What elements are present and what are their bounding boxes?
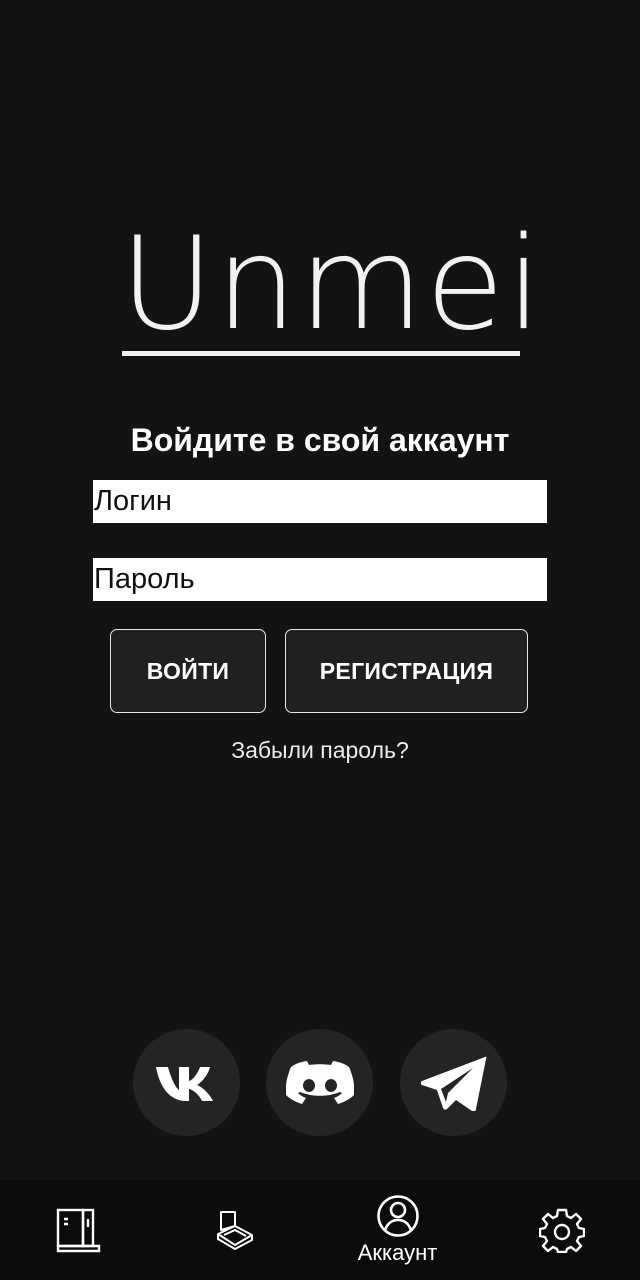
logo-underline <box>122 351 520 356</box>
login-button[interactable]: ВОЙТИ <box>110 629 266 713</box>
vk-icon <box>155 1066 213 1101</box>
register-button-label: РЕГИСТРАЦИЯ <box>319 657 494 684</box>
bottom-nav: Аккаунт <box>0 1180 640 1280</box>
nav-item-settings[interactable] <box>512 1180 612 1280</box>
logo-text: Unmei <box>120 210 544 359</box>
register-button[interactable]: РЕГИСТРАЦИЯ <box>285 629 528 713</box>
nav-label-account: Аккаунт <box>357 1240 438 1265</box>
login-button-label: ВОЙТИ <box>146 657 230 684</box>
login-title: Войдите в свой аккаунт <box>130 422 510 458</box>
password-field[interactable] <box>93 558 547 601</box>
discord-button[interactable] <box>266 1029 373 1136</box>
gear-icon <box>539 1208 585 1253</box>
nav-item-library[interactable] <box>28 1180 128 1280</box>
nav-item-account[interactable]: Аккаунт <box>335 1180 460 1280</box>
telegram-icon <box>420 1056 486 1111</box>
library-icon <box>56 1208 101 1253</box>
account-icon <box>376 1195 419 1237</box>
forgot-password-link[interactable]: Забыли пароль? <box>0 735 640 765</box>
reader-icon <box>217 1211 253 1250</box>
nav-item-reader[interactable] <box>185 1180 285 1280</box>
telegram-button[interactable] <box>400 1029 507 1136</box>
vk-button[interactable] <box>133 1029 240 1136</box>
discord-icon <box>285 1060 354 1104</box>
app-logo: Unmei <box>120 210 544 360</box>
login-field[interactable] <box>93 480 547 523</box>
